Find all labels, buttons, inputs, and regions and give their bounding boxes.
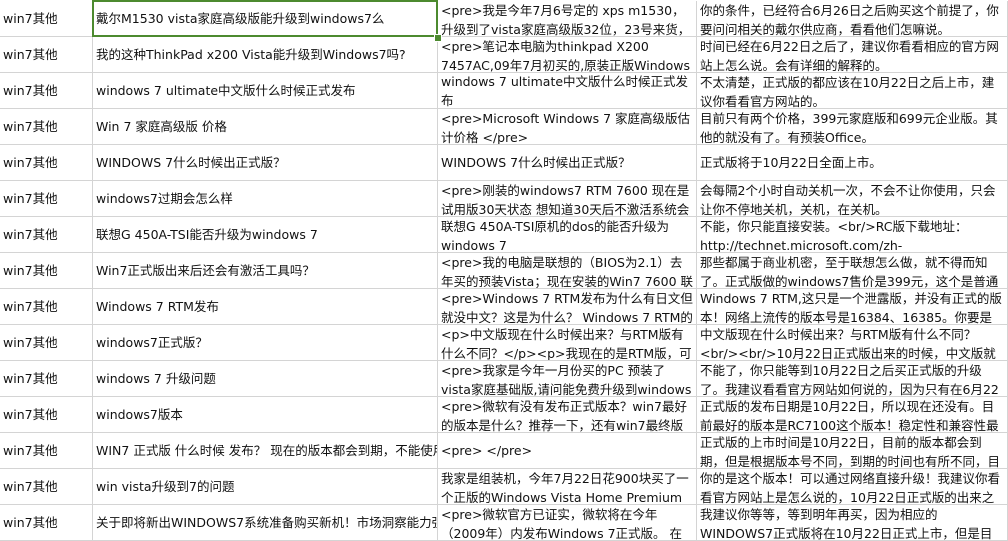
table-row: win7其他 联想G 450A-TSI能否升级为windows 7 联想G 450A… — [0, 217, 1008, 253]
table-row: win7其他 我的这种ThinkPad x200 Vista能升级到Windows… — [0, 37, 1008, 73]
title-cell[interactable]: win vista升级到7的问题 — [93, 469, 438, 504]
title-cell[interactable]: windows7过期会怎么样 — [93, 181, 438, 216]
category-cell[interactable]: win7其他 — [0, 325, 93, 360]
category-cell[interactable]: win7其他 — [0, 433, 93, 468]
question-cell[interactable]: <pre>我家是今年一月份买的PC 预装了vista家庭基础版,请问能免费升级到… — [438, 361, 697, 396]
answer-cell[interactable]: 正式版的上市时间是10月22日，目前的版本都会到期，但是根据版本号不同，到期的时… — [697, 433, 1008, 468]
title-cell[interactable]: windows 7 ultimate中文版什么时候正式发布 — [93, 73, 438, 108]
question-cell[interactable]: <pre>Windows 7 RTM发布为什么有日文但就没中文？这是为什么？ W… — [438, 289, 697, 324]
question-cell[interactable]: <pre>微软官方已证实，微软将在今年（2009年）内发布Windows 7正式… — [438, 505, 697, 540]
table-row: win7其他 Windows 7 RTM发布 <pre>Windows 7 RTM发… — [0, 289, 1008, 325]
answer-cell[interactable]: 目前只有两个价格，399元家庭版和699元企业版。其他的就没有了。有预装Offi… — [697, 109, 1008, 144]
table-row: win7其他 WIN7 正式版 什么时候 发布？ 现在的版本都会到期，不能使用吗 <… — [0, 433, 1008, 469]
question-cell[interactable]: <pre>刚装的windows7 RTM 7600 现在是试用版30天状态 想知… — [438, 181, 697, 216]
title-cell[interactable]: Win 7 家庭高级版 价格 — [93, 109, 438, 144]
title-cell[interactable]: windows7版本 — [93, 397, 438, 432]
table-row: win7其他 windows7正式版？ <p>中文版现在什么时候出来？与RTM版有… — [0, 325, 1008, 361]
category-cell[interactable]: win7其他 — [0, 109, 93, 144]
question-cell[interactable]: 联想G 450A-TSI原机的dos的能否升级为 windows 7 — [438, 217, 697, 252]
question-cell[interactable]: <pre>我是今年7月6号定的 xps m1530，升级到了vista家庭高级版… — [438, 1, 697, 36]
answer-cell[interactable]: 不能了，你只能等到10月22日之后买正式版的升级了。我建议看看官方网站如何说的，… — [697, 361, 1008, 396]
title-cell[interactable]: 戴尔M1530 vista家庭高级版能升级到windows7么 — [93, 1, 438, 36]
question-cell[interactable]: <pre> </pre> — [438, 433, 697, 468]
answer-cell[interactable]: 正式版将于10月22日全面上市。 — [697, 145, 1008, 180]
title-cell[interactable]: 关于即将新出WINDOWS7系统准备购买新机！市场洞察能力强高手 — [93, 505, 438, 540]
answer-cell[interactable]: 你的是这个版本！可以通过网络直接升级！我建议你看看官方网站上是怎么说的，10月2… — [697, 469, 1008, 504]
answer-cell[interactable]: 你的条件，已经符合6月26日之后购买这个前提了，你要问问相关的戴尔供应商，看看他… — [697, 1, 1008, 36]
fill-handle[interactable] — [434, 34, 442, 42]
title-cell[interactable]: Windows 7 RTM发布 — [93, 289, 438, 324]
table-row: win7其他 关于即将新出WINDOWS7系统准备购买新机！市场洞察能力强高手 <p… — [0, 505, 1008, 541]
title-cell[interactable]: Win7正式版出来后还会有激活工具吗？ — [93, 253, 438, 288]
table-row: win7其他 windows7过期会怎么样 <pre>刚装的windows7 RTM… — [0, 181, 1008, 217]
table-row: win7其他 windows 7 ultimate中文版什么时候正式发布 windo… — [0, 73, 1008, 109]
answer-cell[interactable]: 我建议你等等，等到明年再买，因为相应的WINDOWS7正式版将在10月22日正式… — [697, 505, 1008, 540]
table-row: win7其他 Win 7 家庭高级版 价格 <pre>Microsoft Windo… — [0, 109, 1008, 145]
category-cell[interactable]: win7其他 — [0, 505, 93, 540]
table-row: win7其他 戴尔M1530 vista家庭高级版能升级到windows7么 <pr… — [0, 1, 1008, 37]
spreadsheet-grid: win7其他 戴尔M1530 vista家庭高级版能升级到windows7么 <pr… — [0, 1, 1008, 541]
title-cell[interactable]: windows7正式版？ — [93, 325, 438, 360]
category-cell[interactable]: win7其他 — [0, 469, 93, 504]
title-cell[interactable]: 我的这种ThinkPad x200 Vista能升级到Windows7吗? — [93, 37, 438, 72]
category-cell[interactable]: win7其他 — [0, 253, 93, 288]
question-cell[interactable]: <pre>Microsoft Windows 7 家庭高级版估计价格 </pre… — [438, 109, 697, 144]
category-cell[interactable]: win7其他 — [0, 37, 93, 72]
answer-cell[interactable]: 正式版的发布日期是10月22日，所以现在还没有。目前最好的版本是RC7100这个… — [697, 397, 1008, 432]
question-cell[interactable]: WINDOWS 7什么时候出正式版？ — [438, 145, 697, 180]
question-cell[interactable]: <pre>微软有没有发布正式版本？win7最好的版本是什么？推荐一下，还有win… — [438, 397, 697, 432]
title-cell[interactable]: WIN7 正式版 什么时候 发布？ 现在的版本都会到期，不能使用吗 — [93, 433, 438, 468]
category-cell[interactable]: win7其他 — [0, 289, 93, 324]
answer-cell[interactable]: Windows 7 RTM,这只是一个泄露版，并没有正式的版本！网络上流传的版本… — [697, 289, 1008, 324]
category-cell[interactable]: win7其他 — [0, 181, 93, 216]
answer-cell[interactable]: 中文版现在什么时候出来？与RTM版有什么不同？<br/><br/>10月22日正… — [697, 325, 1008, 360]
table-row: win7其他 WINDOWS 7什么时候出正式版？ WINDOWS 7什么时候出正式… — [0, 145, 1008, 181]
answer-cell[interactable]: 会每隔2个小时自动关机一次，不会不让你使用，只会让你不停地关机，关机，在关机。 — [697, 181, 1008, 216]
table-row: win7其他 Win7正式版出来后还会有激活工具吗？ <pre>我的电脑是联想的（B… — [0, 253, 1008, 289]
question-cell[interactable]: <p>中文版现在什么时候出来？与RTM版有什么不同？</p><p>我现在的是RT… — [438, 325, 697, 360]
table-row: win7其他 windows 7 升级问题 <pre>我家是今年一月份买的PC 预装… — [0, 361, 1008, 397]
answer-cell[interactable]: 不太清楚，正式版的都应该在10月22日之后上市，建议你看看官方网站的。 — [697, 73, 1008, 108]
question-cell[interactable]: <pre>我的电脑是联想的（BIOS为2.1）去年买的预装Vista；现在安装的… — [438, 253, 697, 288]
title-cell[interactable]: WINDOWS 7什么时候出正式版？ — [93, 145, 438, 180]
table-row: win7其他 win vista升级到7的问题 我家是组装机，今年7月22日花90… — [0, 469, 1008, 505]
category-cell[interactable]: win7其他 — [0, 145, 93, 180]
title-cell[interactable]: windows 7 升级问题 — [93, 361, 438, 396]
answer-cell[interactable]: 不能，你只能直接安装。<br/>RC版下载地址：http://technet.m… — [697, 217, 1008, 252]
category-cell[interactable]: win7其他 — [0, 1, 93, 36]
category-cell[interactable]: win7其他 — [0, 217, 93, 252]
title-cell[interactable]: 联想G 450A-TSI能否升级为windows 7 — [93, 217, 438, 252]
answer-cell[interactable]: 时间已经在6月22日之后了，建议你看看相应的官方网站上怎么说。会有详细的解释的。 — [697, 37, 1008, 72]
category-cell[interactable]: win7其他 — [0, 361, 93, 396]
table-row: win7其他 windows7版本 <pre>微软有没有发布正式版本？win7最好的… — [0, 397, 1008, 433]
question-cell[interactable]: 我家是组装机，今年7月22日花900块买了一个正版的Windows Vista … — [438, 469, 697, 504]
question-cell[interactable]: <pre>笔记本电脑为thinkpad X200 7457AC,09年7月初买的… — [438, 37, 697, 72]
category-cell[interactable]: win7其他 — [0, 397, 93, 432]
category-cell[interactable]: win7其他 — [0, 73, 93, 108]
answer-cell[interactable]: 那些都属于商业机密，至于联想怎么做，就不得而知了。正式版做的windows7售价… — [697, 253, 1008, 288]
question-cell[interactable]: windows 7 ultimate中文版什么时候正式发布 — [438, 73, 697, 108]
